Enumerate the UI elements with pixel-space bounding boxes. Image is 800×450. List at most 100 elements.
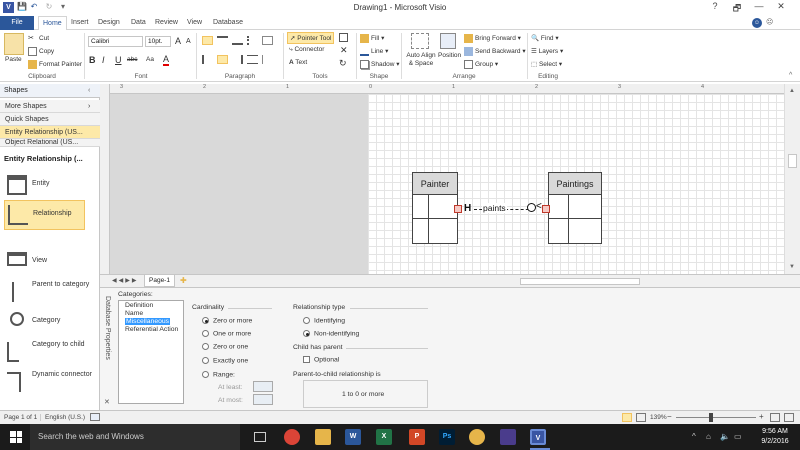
page-count[interactable]: Page 1 of 1 bbox=[4, 414, 37, 421]
collapse-ribbon-icon[interactable]: ^ bbox=[789, 72, 792, 79]
italic-button[interactable]: I bbox=[102, 55, 105, 65]
radio-exactly-one[interactable]: Exactly one bbox=[202, 357, 248, 364]
font-color-button[interactable]: A bbox=[163, 54, 170, 66]
category-referential-action[interactable]: Referential Action bbox=[125, 326, 178, 333]
font-name-dropdown[interactable]: Calibri bbox=[88, 36, 143, 47]
help-button[interactable]: ? bbox=[704, 1, 726, 15]
select-button[interactable]: ⬚ Select ▾ bbox=[531, 60, 562, 68]
align-bottom-icon[interactable] bbox=[231, 36, 243, 45]
entity-painter[interactable]: Painter bbox=[412, 172, 458, 244]
connector-endpoint-handle[interactable] bbox=[542, 205, 550, 213]
chrome-canary-icon[interactable] bbox=[469, 429, 485, 445]
align-middle-icon[interactable] bbox=[216, 36, 228, 45]
full-screen-icon[interactable] bbox=[622, 413, 632, 422]
cut-button[interactable]: ✂ Cut bbox=[28, 34, 49, 43]
category-miscellaneous[interactable]: Miscellaneous bbox=[125, 318, 171, 325]
search-box[interactable]: Search the web and Windows bbox=[30, 424, 240, 450]
shadow-button[interactable]: Shadow ▾ bbox=[360, 60, 400, 69]
switch-windows-icon[interactable] bbox=[784, 413, 794, 422]
stencil-item-dynamic-connector[interactable]: Dynamic connector bbox=[0, 368, 100, 398]
show-hidden-icons[interactable]: ^ bbox=[692, 432, 696, 441]
stencil-item-entity[interactable]: Entity bbox=[0, 171, 100, 201]
auto-align-button[interactable]: Auto Align & Space bbox=[404, 52, 438, 68]
language-indicator[interactable]: English (U.S.) bbox=[40, 414, 85, 421]
tab-file[interactable]: File bbox=[0, 16, 34, 30]
align-top-icon[interactable] bbox=[202, 36, 213, 45]
close-panel-icon[interactable]: ✕ bbox=[104, 398, 110, 406]
optional-checkbox[interactable]: Optional bbox=[303, 356, 339, 363]
entity-paintings[interactable]: Paintings bbox=[548, 172, 602, 244]
powerpoint-icon[interactable]: P bbox=[409, 429, 425, 445]
drawing-page[interactable]: Painter Paintings H paints < bbox=[368, 94, 784, 274]
shrink-font-button[interactable]: A bbox=[186, 38, 191, 45]
bring-forward-button[interactable]: Bring Forward ▾ bbox=[464, 34, 521, 43]
quick-shapes-row[interactable]: Quick Shapes bbox=[0, 113, 100, 126]
grow-font-button[interactable]: A bbox=[175, 36, 181, 46]
stencil-object-relational[interactable]: Object Relational (US... bbox=[0, 139, 100, 147]
radio-one-or-more[interactable]: One or more bbox=[202, 330, 251, 337]
more-shapes-row[interactable]: More Shapes › bbox=[0, 100, 100, 113]
page-nav-icons[interactable]: ◀◀▶▶ bbox=[112, 277, 138, 284]
send-backward-button[interactable]: Send Backward ▾ bbox=[464, 47, 526, 56]
zoom-level[interactable]: 139% bbox=[650, 414, 667, 421]
stencil-item-view[interactable]: View bbox=[0, 248, 100, 278]
scroll-up-icon[interactable]: ▲ bbox=[789, 88, 795, 94]
close-button[interactable]: ✕ bbox=[770, 1, 792, 15]
collapse-panel-icon[interactable]: ‹ bbox=[88, 84, 90, 98]
tab-page-1[interactable]: Page-1 bbox=[144, 275, 175, 287]
stencil-item-category[interactable]: Category bbox=[0, 308, 100, 338]
group-button[interactable]: Group ▾ bbox=[464, 60, 498, 69]
excel-icon[interactable]: X bbox=[376, 429, 392, 445]
macro-record-icon[interactable] bbox=[90, 413, 100, 421]
align-left-icon[interactable] bbox=[202, 55, 213, 64]
underline-button[interactable]: U bbox=[115, 55, 122, 65]
strikethrough-button[interactable]: abc bbox=[127, 56, 137, 63]
paste-button[interactable]: Paste bbox=[5, 56, 22, 63]
category-definition[interactable]: Definition bbox=[125, 302, 153, 309]
network-icon[interactable]: ⌂ bbox=[706, 432, 711, 441]
media-app-icon[interactable] bbox=[500, 429, 516, 445]
close-tool-icon[interactable]: ✕ bbox=[340, 45, 348, 56]
radio-zero-or-one[interactable]: Zero or one bbox=[202, 343, 248, 350]
connector-button[interactable]: ⤷ Connector bbox=[289, 46, 324, 54]
presentation-mode-icon[interactable] bbox=[636, 413, 646, 422]
ribbon-display-button[interactable]: 🗗 bbox=[726, 1, 748, 15]
format-painter-button[interactable]: Format Painter bbox=[28, 60, 82, 69]
tab-home[interactable]: Home bbox=[38, 16, 67, 30]
at-most-input[interactable] bbox=[253, 394, 273, 405]
stencil-entity-relationship[interactable]: Entity Relationship (US... bbox=[0, 126, 100, 139]
relationship-label[interactable]: paints bbox=[482, 203, 507, 213]
decrease-indent-icon[interactable] bbox=[261, 55, 273, 64]
zoom-slider-thumb[interactable] bbox=[709, 413, 713, 422]
category-name[interactable]: Name bbox=[125, 310, 143, 317]
tab-review[interactable]: Review bbox=[151, 16, 182, 30]
clock-date[interactable]: 9/2/2016 bbox=[755, 438, 795, 445]
connector-endpoint-handle[interactable] bbox=[454, 205, 462, 213]
insert-page-icon[interactable]: ✚ bbox=[180, 276, 187, 285]
tab-insert[interactable]: Insert bbox=[67, 16, 93, 30]
zoom-out-icon[interactable]: − bbox=[667, 412, 672, 421]
font-size-dropdown[interactable]: 10pt. bbox=[145, 36, 171, 47]
clock-time[interactable]: 9:56 AM bbox=[755, 428, 795, 435]
task-view-icon[interactable] bbox=[254, 432, 266, 442]
categories-list[interactable]: Definition Name Miscellaneous Referentia… bbox=[118, 300, 184, 404]
fill-button[interactable]: Fill ▾ bbox=[360, 34, 384, 43]
volume-icon[interactable]: 🔈 bbox=[720, 432, 730, 441]
line-button[interactable]: Line ▾ bbox=[360, 47, 388, 56]
horizontal-scrollbar[interactable] bbox=[520, 278, 640, 285]
text-direction-icon[interactable] bbox=[261, 36, 273, 45]
zoom-slider-track[interactable] bbox=[676, 417, 756, 418]
radio-zero-or-more[interactable]: Zero or more bbox=[202, 317, 252, 324]
word-icon[interactable]: W bbox=[345, 429, 361, 445]
change-case-button[interactable]: Aa bbox=[146, 56, 154, 63]
align-center-icon[interactable] bbox=[216, 55, 228, 64]
photoshop-icon[interactable]: Ps bbox=[439, 429, 455, 445]
tab-database[interactable]: Database bbox=[209, 16, 247, 30]
stencil-item-category-to-child[interactable]: Category to child bbox=[0, 338, 100, 368]
scroll-thumb[interactable] bbox=[788, 154, 797, 168]
clipboard-icon[interactable] bbox=[4, 33, 24, 55]
sad-feedback-icon[interactable]: ☹ bbox=[766, 18, 773, 26]
layers-button[interactable]: ☰ Layers ▾ bbox=[531, 47, 563, 55]
radio-non-identifying[interactable]: Non-identifying bbox=[303, 330, 359, 337]
rectangle-tool-icon[interactable] bbox=[339, 33, 348, 42]
